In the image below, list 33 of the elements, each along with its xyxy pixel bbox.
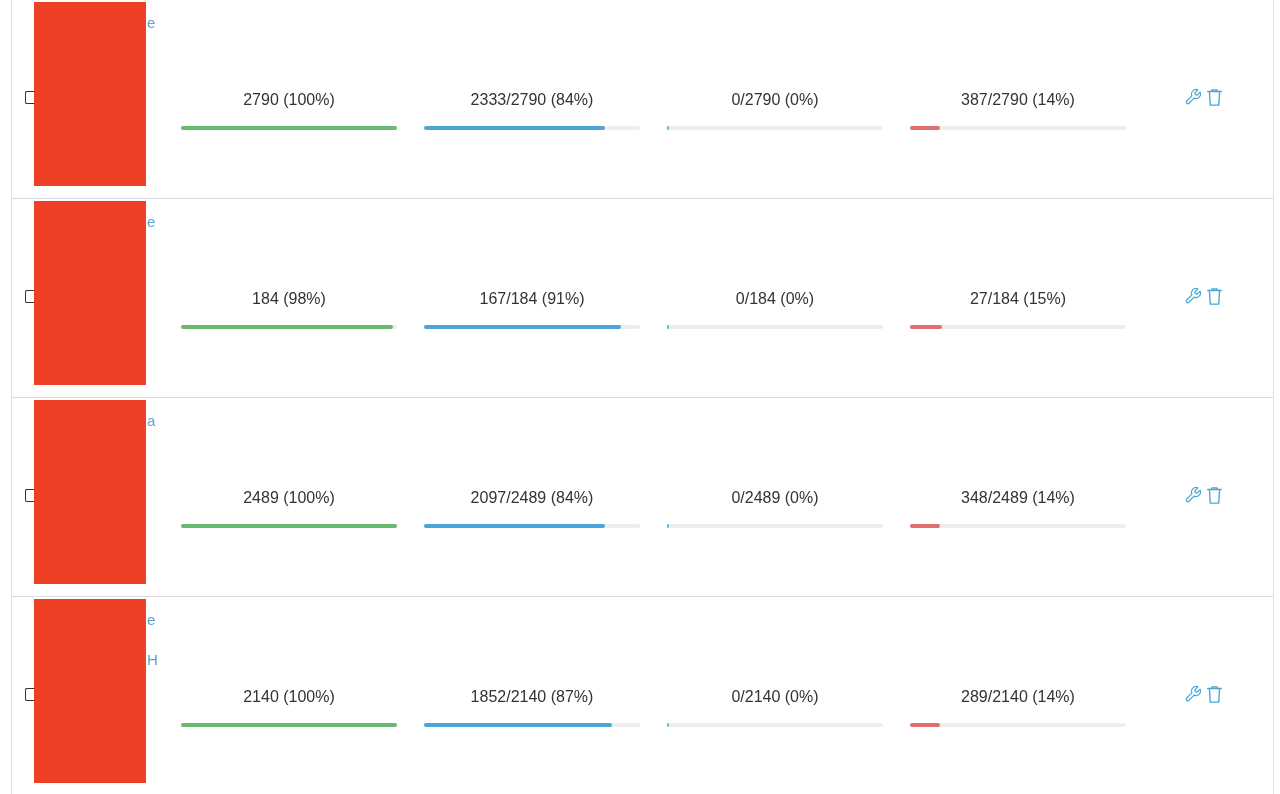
trash-icon[interactable]	[1206, 684, 1223, 704]
metric-value: 289/2140 (14%)	[961, 687, 1075, 707]
metric-value: 167/184 (91%)	[479, 289, 585, 309]
metric-value: 184 (98%)	[252, 289, 326, 309]
metric-value: 2489 (100%)	[243, 488, 335, 508]
wrench-icon[interactable]	[1184, 486, 1202, 504]
name-link[interactable]: e	[147, 213, 156, 231]
row-checkbox[interactable]	[25, 489, 34, 502]
metric-value: 2097/2489 (84%)	[470, 488, 594, 508]
trash-icon[interactable]	[1206, 286, 1223, 306]
metric-value: 27/184 (15%)	[969, 289, 1067, 309]
metric-value: 0/2790 (0%)	[731, 90, 819, 110]
wrench-icon[interactable]	[1184, 88, 1202, 106]
name-link[interactable]: e	[147, 611, 158, 629]
metric-value: 348/2489 (14%)	[961, 488, 1075, 508]
metric-value: 387/2790 (14%)	[961, 90, 1075, 110]
row-checkbox[interactable]	[25, 91, 34, 104]
wrench-icon[interactable]	[1184, 287, 1202, 305]
metric-value: 0/2489 (0%)	[731, 488, 819, 508]
metric-value: 0/2140 (0%)	[731, 687, 819, 707]
row-checkbox[interactable]	[25, 290, 34, 303]
metric-value: 1852/2140 (87%)	[470, 687, 594, 707]
name-link[interactable]: a	[147, 412, 156, 430]
metric-value: 0/184 (0%)	[735, 289, 815, 309]
name-link[interactable]: H	[147, 651, 158, 669]
metric-value: 2790 (100%)	[243, 90, 335, 110]
trash-icon[interactable]	[1206, 485, 1223, 505]
trash-icon[interactable]	[1206, 87, 1223, 107]
row-checkbox[interactable]	[25, 688, 34, 701]
wrench-icon[interactable]	[1184, 685, 1202, 703]
name-link[interactable]: e	[147, 14, 156, 32]
metric-value: 2333/2790 (84%)	[470, 90, 594, 110]
metric-value: 2140 (100%)	[243, 687, 335, 707]
